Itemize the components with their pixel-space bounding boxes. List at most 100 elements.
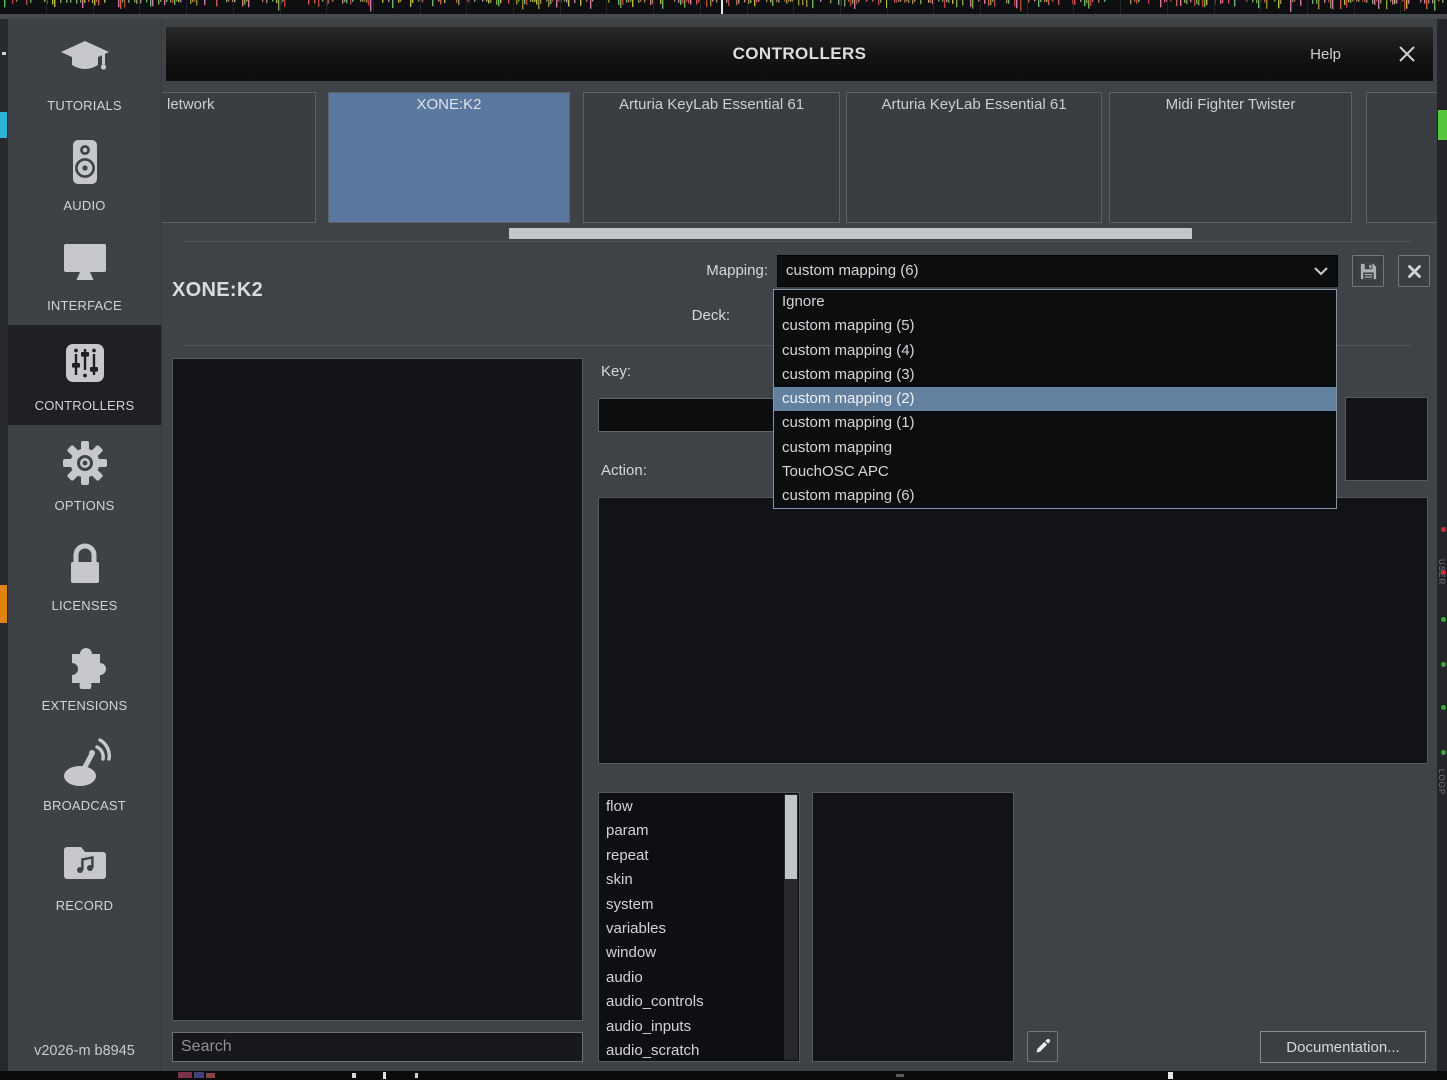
search-input[interactable]: [173, 1033, 582, 1061]
mapping-option[interactable]: custom mapping (4): [774, 339, 1336, 363]
mapping-option[interactable]: custom mapping (1): [774, 411, 1336, 435]
sidebar-item-label: TUTORIALS: [47, 98, 122, 113]
sidebar-item-licenses[interactable]: LICENSES: [8, 525, 161, 625]
controller-card-midi-fighter[interactable]: Midi Fighter Twister: [1109, 92, 1352, 223]
action-category[interactable]: repeat: [606, 844, 799, 868]
background-app-left-edge: [0, 19, 8, 1080]
controller-card-xonek2[interactable]: XONE:K2: [328, 92, 570, 223]
lock-icon: [59, 537, 111, 589]
sidebar-item-options[interactable]: OPTIONS: [8, 425, 161, 525]
action-category[interactable]: system: [606, 893, 799, 917]
left-edge-tick: [2, 52, 6, 55]
sidebar-item-broadcast[interactable]: BROADCAST: [8, 725, 161, 825]
action-detail-panel[interactable]: [812, 792, 1014, 1062]
bottom-edge-mark: [1168, 1072, 1173, 1079]
action-category[interactable]: param: [606, 819, 799, 843]
controller-card-keylab-1[interactable]: Arturia KeyLab Essential 61: [583, 92, 840, 223]
right-edge-green-dot: [1441, 617, 1446, 622]
gear-icon: [59, 437, 111, 489]
app-version: v2026-m b8945: [8, 1043, 161, 1059]
right-edge-vertical-text: LOOP: [1437, 769, 1446, 795]
sidebar-item-label: CONTROLLERS: [35, 398, 135, 413]
delete-mapping-button[interactable]: [1398, 255, 1430, 287]
eyedropper-icon: [1034, 1038, 1051, 1055]
divider: [183, 241, 1411, 242]
close-icon[interactable]: [1397, 27, 1417, 81]
sidebar-item-audio[interactable]: AUDIO: [8, 125, 161, 225]
action-label: Action:: [601, 462, 647, 479]
graduation-cap-icon: [59, 37, 111, 89]
action-category[interactable]: audio_scratch: [606, 1039, 799, 1063]
controller-card-label: Arturia KeyLab Essential 61: [584, 93, 839, 113]
mapping-option[interactable]: TouchOSC APC: [774, 460, 1336, 484]
right-edge-green-dot: [1441, 662, 1446, 667]
sidebar-item-record[interactable]: RECORD: [8, 825, 161, 925]
right-edge-red-dot: [1441, 570, 1446, 575]
mapping-option[interactable]: custom mapping (6): [774, 484, 1336, 508]
controller-card-label: [1367, 93, 1437, 96]
action-category[interactable]: audio: [606, 966, 799, 990]
mapping-option[interactable]: custom mapping: [774, 436, 1336, 460]
controller-card-keylab-2[interactable]: Arturia KeyLab Essential 61: [846, 92, 1102, 223]
deck-label: Deck:: [642, 307, 730, 324]
mapping-selected-value: custom mapping (6): [786, 256, 919, 286]
action-category-list: flow param repeat skin system variables …: [598, 792, 800, 1062]
controller-card-clipped[interactable]: [1366, 92, 1437, 223]
bottom-edge-mark: [415, 1073, 418, 1078]
sidebar-item-tutorials[interactable]: TUTORIALS: [8, 25, 161, 125]
sidebar-item-label: LICENSES: [52, 598, 118, 613]
sidebar-item-label: OPTIONS: [55, 498, 115, 513]
bottom-edge-mark: [352, 1073, 356, 1078]
action-category[interactable]: audio_inputs: [606, 1015, 799, 1039]
speaker-icon: [59, 137, 111, 189]
action-script-editor[interactable]: [598, 497, 1428, 764]
key-label: Key:: [601, 363, 631, 380]
category-scrollbar[interactable]: [784, 794, 798, 1060]
mapping-option[interactable]: custom mapping (3): [774, 363, 1336, 387]
category-scrollbar-thumb[interactable]: [785, 795, 797, 879]
search-field: [172, 1032, 583, 1062]
background-app-right-edge: USER LOOP: [1437, 19, 1447, 1080]
mapping-dropdown-list: Ignore custom mapping (5) custom mapping…: [773, 289, 1337, 509]
controller-card-label: letwork: [162, 93, 315, 113]
controller-card-list: letwork XONE:K2 Arturia KeyLab Essential…: [162, 92, 1437, 223]
action-category[interactable]: audio_controls: [606, 990, 799, 1014]
bottom-edge-mark: [896, 1074, 904, 1077]
help-button[interactable]: Help: [1310, 27, 1341, 81]
controller-card-label: Midi Fighter Twister: [1110, 93, 1351, 113]
sidebar-item-label: BROADCAST: [43, 798, 126, 813]
action-picker-button[interactable]: [1027, 1031, 1058, 1062]
mapping-option-highlighted[interactable]: custom mapping (2): [774, 387, 1336, 411]
sidebar-item-label: INTERFACE: [47, 298, 122, 313]
mapping-option[interactable]: Ignore: [774, 290, 1336, 314]
cards-scrollbar-thumb[interactable]: [509, 228, 1192, 239]
save-mapping-button[interactable]: [1352, 255, 1384, 287]
chevron-down-icon: [1313, 265, 1329, 277]
device-keys-list-panel[interactable]: [172, 358, 583, 1021]
bottom-edge-noise: [206, 1073, 215, 1078]
mapping-dropdown[interactable]: custom mapping (6): [777, 255, 1338, 287]
bottom-edge-mark: [383, 1072, 386, 1079]
page-title: CONTROLLERS: [733, 44, 867, 64]
action-category[interactable]: window: [606, 941, 799, 965]
sidebar-item-label: EXTENSIONS: [42, 698, 128, 713]
selected-device-title: XONE:K2: [172, 279, 263, 302]
sidebar-item-extensions[interactable]: EXTENSIONS: [8, 625, 161, 725]
right-edge-red-dot: [1441, 527, 1446, 532]
screen: USER LOOP TUTORIALS: [0, 0, 1447, 1080]
action-category[interactable]: variables: [606, 917, 799, 941]
controller-card-label: Arturia KeyLab Essential 61: [847, 93, 1101, 113]
action-category[interactable]: flow: [606, 795, 799, 819]
mapping-option[interactable]: custom mapping (5): [774, 314, 1336, 338]
sidebar-item-label: RECORD: [56, 898, 114, 913]
controller-card-network[interactable]: letwork: [162, 92, 316, 223]
dialog-header: CONTROLLERS Help: [166, 27, 1433, 81]
action-category[interactable]: skin: [606, 868, 799, 892]
documentation-button[interactable]: Documentation...: [1260, 1031, 1426, 1063]
puzzle-icon: [59, 637, 111, 689]
sidebar-item-interface[interactable]: INTERFACE: [8, 225, 161, 325]
x-icon: [1407, 264, 1422, 279]
bottom-edge-noise: [178, 1072, 192, 1078]
sidebar-item-controllers[interactable]: CONTROLLERS: [8, 325, 161, 425]
right-edge-green-dot: [1441, 750, 1446, 755]
